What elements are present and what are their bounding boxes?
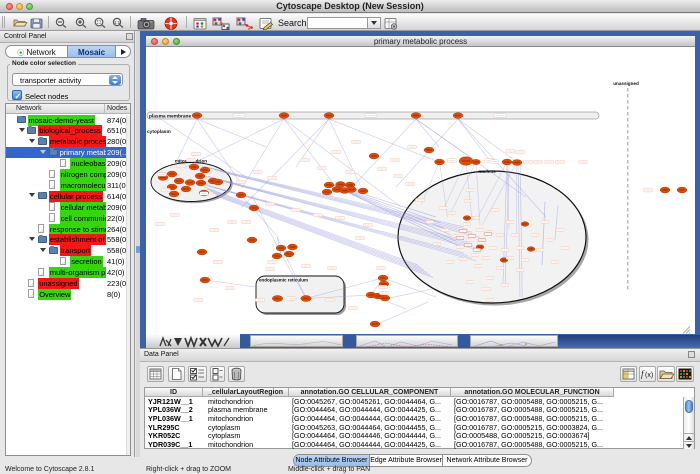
- svg-text:endoplasmic reticulum: endoplasmic reticulum: [259, 278, 308, 283]
- svg-text:(x): (x): [645, 372, 653, 379]
- svg-text:plasma membrane: plasma membrane: [149, 114, 191, 120]
- svg-text:cytoplasm: cytoplasm: [147, 129, 171, 135]
- svg-text:1:1: 1:1: [114, 20, 121, 25]
- svg-text:unassigned: unassigned: [613, 81, 639, 86]
